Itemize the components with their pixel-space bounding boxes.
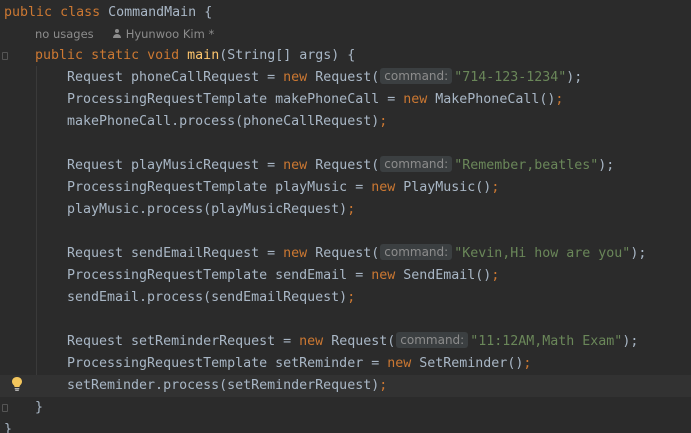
template-line[interactable]: ProcessingRequestTemplate sendEmail = ne… <box>0 265 691 287</box>
string-literal: "Remember,beatles" <box>454 158 599 173</box>
request-declaration: Request sendEmailRequest = <box>67 246 284 261</box>
method-params: (String[] args) { <box>219 48 356 63</box>
template-declaration: ProcessingRequestTemplate sendEmail = <box>67 268 372 283</box>
current-line[interactable]: setReminder.process(setReminderRequest); <box>0 375 691 397</box>
keyword-new: new <box>387 356 412 371</box>
request-constructor: Request( <box>307 246 380 261</box>
method-name: main <box>187 48 220 63</box>
class-name: CommandMain <box>108 5 197 20</box>
close-brace: } <box>35 400 44 415</box>
process-call: setReminder.process(setReminderRequest) <box>67 378 380 393</box>
semicolon: ; <box>379 378 388 393</box>
keyword-class: class <box>60 5 101 20</box>
request-constructor: Request( <box>307 158 380 173</box>
request-line[interactable]: Request phoneCallRequest = new Request(c… <box>0 67 691 89</box>
request-line[interactable]: Request setReminderRequest = new Request… <box>0 331 691 353</box>
keyword-new: new <box>403 92 428 107</box>
request-line[interactable]: Request playMusicRequest = new Request(c… <box>0 155 691 177</box>
template-constructor: SetReminder() <box>411 356 524 371</box>
template-constructor: SendEmail() <box>395 268 492 283</box>
process-call-line[interactable]: makePhoneCall.process(phoneCallRequest); <box>0 111 691 133</box>
template-line[interactable]: ProcessingRequestTemplate setReminder = … <box>0 353 691 375</box>
template-constructor: MakePhoneCall() <box>427 92 556 107</box>
keyword-new: new <box>371 268 396 283</box>
keyword-public: public <box>4 5 53 20</box>
semicolon: ; <box>379 114 388 129</box>
method-close-line[interactable]: } <box>0 397 691 419</box>
statement-end: ); <box>598 158 615 173</box>
usages-hint[interactable]: no usages <box>35 27 94 41</box>
template-declaration: ProcessingRequestTemplate setReminder = <box>67 356 388 371</box>
parameter-hint: command: <box>396 332 469 348</box>
class-declaration-line[interactable]: public class CommandMain { <box>0 2 691 24</box>
template-declaration: ProcessingRequestTemplate makePhoneCall … <box>67 92 404 107</box>
main-method-line[interactable]: public static void main(String[] args) { <box>0 45 691 67</box>
semicolon: ; <box>555 92 564 107</box>
process-call-line[interactable]: sendEmail.process(sendEmailRequest); <box>0 287 691 309</box>
template-declaration: ProcessingRequestTemplate playMusic = <box>67 180 372 195</box>
request-constructor: Request( <box>323 334 396 349</box>
keyword-new: new <box>299 334 324 349</box>
semicolon: ; <box>491 180 500 195</box>
process-call: makePhoneCall.process(phoneCallRequest) <box>67 114 380 129</box>
template-constructor: PlayMusic() <box>395 180 492 195</box>
string-literal: "Kevin,Hi how are you" <box>454 246 631 261</box>
process-call: playMusic.process(playMusicRequest) <box>67 202 348 217</box>
process-call: sendEmail.process(sendEmailRequest) <box>67 290 348 305</box>
request-constructor: Request( <box>307 70 380 85</box>
string-literal: "11:12AM,Math Exam" <box>470 334 623 349</box>
code-vision-line: no usages Hyunwoo Kim * <box>0 23 691 45</box>
string-literal: "714-123-1234" <box>454 70 567 85</box>
statement-end: ); <box>566 70 583 85</box>
template-line[interactable]: ProcessingRequestTemplate playMusic = ne… <box>0 177 691 199</box>
statement-end: ); <box>630 246 647 261</box>
request-declaration: Request setReminderRequest = <box>67 334 300 349</box>
semicolon: ; <box>347 202 356 217</box>
keyword-new: new <box>283 158 308 173</box>
request-declaration: Request playMusicRequest = <box>67 158 284 173</box>
request-declaration: Request phoneCallRequest = <box>67 70 284 85</box>
keyword-new: new <box>283 246 308 261</box>
fold-marker-icon[interactable] <box>2 52 8 60</box>
code-editor[interactable]: public class CommandMain { no usages Hyun… <box>0 0 691 433</box>
keyword-new: new <box>371 180 396 195</box>
keyword-new: new <box>283 70 308 85</box>
keyword-public: public <box>35 48 84 63</box>
parameter-hint: command: <box>380 68 453 84</box>
person-icon <box>112 29 122 39</box>
semicolon: ; <box>347 290 356 305</box>
parameter-hint: command: <box>380 156 453 172</box>
statement-end: ); <box>622 334 639 349</box>
template-line[interactable]: ProcessingRequestTemplate makePhoneCall … <box>0 89 691 111</box>
parameter-hint: command: <box>380 244 453 260</box>
keyword-void: void <box>147 48 180 63</box>
fold-marker-icon[interactable] <box>2 404 8 412</box>
semicolon: ; <box>523 356 532 371</box>
process-call-line[interactable]: playMusic.process(playMusicRequest); <box>0 199 691 221</box>
request-line[interactable]: Request sendEmailRequest = new Request(c… <box>0 243 691 265</box>
lightbulb-icon[interactable] <box>10 376 24 392</box>
open-brace: { <box>204 5 213 20</box>
keyword-static: static <box>91 48 140 63</box>
class-close-line[interactable]: } <box>0 419 691 433</box>
close-brace: } <box>4 422 13 433</box>
author-hint[interactable]: Hyunwoo Kim * <box>126 27 215 41</box>
semicolon: ; <box>491 268 500 283</box>
